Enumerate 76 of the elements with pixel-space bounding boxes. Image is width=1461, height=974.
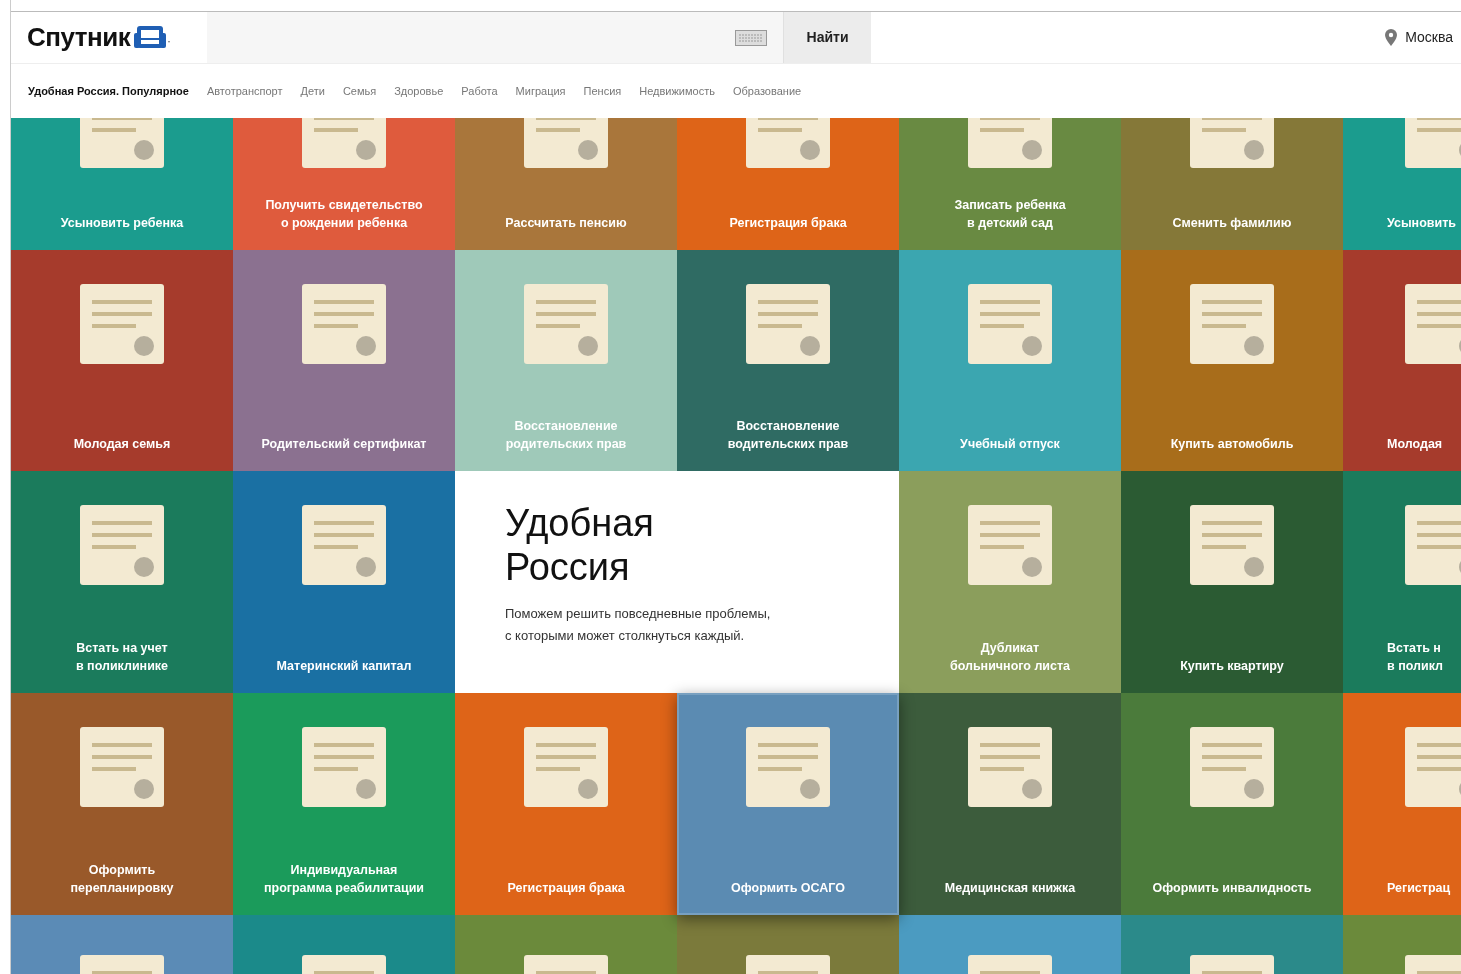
search-button[interactable]: Найти — [783, 12, 871, 63]
tile-label: Дубликат больничного листа — [949, 640, 1071, 675]
service-tile[interactable]: Усыновить ребенка — [11, 118, 233, 250]
tile-label: Купить автомобиль — [1170, 436, 1294, 453]
intro-title: Удобная Россия — [505, 501, 655, 589]
keyboard-icon[interactable] — [735, 29, 767, 46]
tile-label: Встать на учет в поликлинике — [75, 640, 169, 675]
tile-label: Сменить фамилию — [1172, 215, 1292, 232]
service-tile[interactable] — [899, 915, 1121, 974]
tile-label: Медицинская книжка — [944, 880, 1076, 897]
service-tile[interactable]: Регистрация брака — [677, 118, 899, 250]
intro-text: Поможем решить повседневные проблемы, с которыми может столкнуться каждый. — [505, 605, 772, 645]
tile-label: Регистрац — [1387, 880, 1451, 897]
tile-label: Восстановление водительских прав — [727, 418, 849, 453]
service-tile[interactable]: Молодая — [1343, 250, 1461, 471]
tile-label: Регистрация брака — [729, 215, 847, 232]
tile-label: Родительский сертификат — [261, 436, 427, 453]
category-tab[interactable]: Семья — [342, 82, 377, 100]
category-tab[interactable]: Пенсия — [583, 82, 622, 100]
tile-label: Купить квартиру — [1180, 658, 1284, 675]
service-tile[interactable]: Оформить инвалидность — [1121, 693, 1343, 915]
service-tile[interactable]: Медицинская книжка — [899, 693, 1121, 915]
tile-label: Встать н в поликл — [1387, 640, 1443, 675]
tile-label: Записать ребенка в детский сад — [954, 197, 1066, 232]
tile-label: Усыновить — [1387, 215, 1456, 232]
location-pin-icon — [1385, 29, 1398, 46]
service-tile[interactable]: Усыновить — [1343, 118, 1461, 250]
tile-label: Оформить ОСАГО — [731, 880, 845, 897]
service-tile[interactable]: Купить автомобиль — [1121, 250, 1343, 471]
service-tile[interactable] — [233, 915, 455, 974]
tile-label: Индивидуальная программа реабилитации — [263, 862, 425, 897]
tile-label: Оформить перепланировку — [70, 862, 174, 897]
category-tab[interactable]: Образование — [732, 82, 802, 100]
category-tab[interactable]: Недвижимость — [639, 82, 715, 100]
service-tile[interactable] — [677, 915, 899, 974]
service-tile[interactable]: Оформить ОСАГО — [677, 693, 899, 915]
tile-label: Рассчитать пенсию — [505, 215, 627, 232]
service-tile[interactable] — [1121, 915, 1343, 974]
city-selector[interactable]: Москва — [1405, 27, 1453, 48]
service-tile[interactable] — [455, 915, 677, 974]
tile-label: Молодая семья — [73, 436, 171, 453]
service-tile[interactable]: Сменить фамилию — [1121, 118, 1343, 250]
service-tile[interactable]: Получить свидетельство о рождении ребенка — [233, 118, 455, 250]
tile-label: Получить свидетельство о рождении ребенка — [265, 197, 423, 232]
service-tile[interactable]: Регистрац — [1343, 693, 1461, 915]
category-tab[interactable]: Дети — [300, 82, 325, 100]
service-tile[interactable]: Встать на учет в поликлинике — [11, 471, 233, 693]
tile-label: Молодая — [1387, 436, 1443, 453]
service-tile[interactable]: Учебный отпуск — [899, 250, 1121, 471]
tile-label: Оформить инвалидность — [1152, 880, 1312, 897]
service-tile[interactable]: Молодая семья — [11, 250, 233, 471]
service-tile[interactable] — [11, 915, 233, 974]
service-tile[interactable]: Рассчитать пенсию — [455, 118, 677, 250]
tile-label: Восстановление родительских прав — [505, 418, 627, 453]
service-tile[interactable]: Индивидуальная программа реабилитации — [233, 693, 455, 915]
tile-label: Усыновить ребенка — [60, 215, 184, 232]
search-field[interactable] — [207, 12, 783, 63]
category-tab[interactable]: Здоровье — [394, 82, 444, 100]
service-tile[interactable] — [1343, 915, 1461, 974]
tile-label: Материнский капитал — [276, 658, 412, 675]
service-tile[interactable]: Оформить перепланировку — [11, 693, 233, 915]
tile-label: Регистрация брака — [507, 880, 625, 897]
tile-label: Учебный отпуск — [960, 436, 1060, 453]
service-tile[interactable]: Восстановление водительских прав — [677, 250, 899, 471]
service-tile[interactable]: Записать ребенка в детский сад — [899, 118, 1121, 250]
service-tile[interactable]: Материнский капитал — [233, 471, 455, 693]
service-tile[interactable]: Дубликат больничного листа — [899, 471, 1121, 693]
service-tile[interactable]: Регистрация брака — [455, 693, 677, 915]
service-tile[interactable]: Купить квартиру — [1121, 471, 1343, 693]
category-tab[interactable]: Удобная Россия. Популярное — [28, 82, 189, 100]
category-tab[interactable]: Миграция — [515, 82, 566, 100]
service-tile[interactable]: Встать н в поликл — [1343, 471, 1461, 693]
category-tab[interactable]: Автотранспорт — [206, 82, 283, 100]
category-tab[interactable]: Работа — [461, 82, 498, 100]
logo-text[interactable]: Спутник — [27, 18, 131, 57]
service-tile[interactable]: Родительский сертификат — [233, 250, 455, 471]
